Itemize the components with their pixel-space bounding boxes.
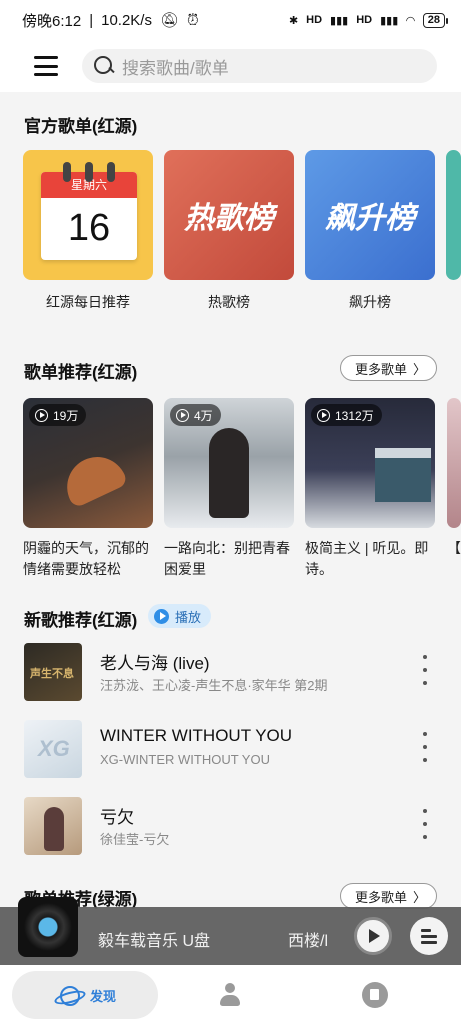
nav-discover-label: 发现 [89, 988, 116, 1004]
play-button[interactable] [354, 917, 392, 955]
play-icon [35, 408, 48, 422]
playlist-card[interactable]: 1312万 [305, 398, 435, 528]
song-subtitle: 汪苏泷、王心凌-声生不息·家年华 第2期 [100, 678, 328, 693]
song-title: 老人与海 (live) [100, 654, 210, 673]
search-input[interactable]: 搜索歌曲/歌单 [82, 49, 437, 83]
menu-icon[interactable] [34, 56, 58, 76]
status-bar: 傍晚6:12 | 10.2K/s 🔕︎ ⏰︎ ✱ HD ▮▮▮ HD ▮▮▮ ◠… [0, 0, 461, 40]
playlist-title[interactable]: 极简主义 | 听见。即诗。 [305, 538, 435, 580]
playlist-title[interactable]: 阴霾的天气，沉郁的情绪需要放轻松 [23, 538, 153, 580]
song-subtitle: 徐佳莹-亏欠 [100, 832, 170, 847]
play-all-label: 播放 [175, 609, 202, 625]
next-chart-card[interactable] [446, 150, 461, 280]
section-title-new-songs: 新歌推荐(红源) [24, 611, 138, 630]
chevron-right-icon: 〉 [412, 361, 426, 377]
daily-recommend-card[interactable]: 星期六 16 [23, 150, 153, 280]
chevron-right-icon: 〉 [412, 889, 426, 905]
song-cover [24, 643, 82, 701]
hot-chart-card[interactable]: 热歌榜 [164, 150, 294, 280]
signal-hd-1: HD [306, 14, 323, 26]
song-cover [24, 720, 82, 778]
wifi-icon: ◠ [406, 14, 415, 27]
player-title: 毅车载音乐 U盘 [98, 933, 211, 950]
play-icon [176, 408, 189, 422]
mini-player[interactable]: 毅车载音乐 U盘 西楼/l [0, 897, 461, 965]
mute-icon: 🔕︎ [159, 12, 180, 29]
song-title: 亏欠 [100, 808, 134, 827]
more-playlists-green-label: 更多歌单 [354, 889, 407, 905]
playlist-title[interactable]: 一路向北：别把青春困爱里 [164, 538, 294, 580]
rising-chart-card[interactable]: 飙升榜 [305, 150, 435, 280]
play-count: 19万 [53, 408, 79, 423]
hot-chart-cover-text: 热歌榜 [184, 202, 274, 235]
play-icon [154, 608, 169, 624]
play-count: 1312万 [335, 408, 374, 423]
playlist-card[interactable] [447, 398, 461, 528]
signal-hd-2: HD [356, 14, 373, 26]
playlist-title[interactable]: 【作 [447, 538, 461, 559]
play-icon [317, 408, 330, 422]
top-bar: 搜索歌曲/歌单 [0, 40, 461, 92]
more-vertical-icon[interactable] [421, 655, 429, 685]
signal-icon: ▮▮▮ [330, 14, 349, 27]
bottom-nav: 发现 [0, 965, 461, 1024]
play-all-button[interactable]: 播放 [148, 604, 212, 628]
more-playlists-button[interactable]: 更多歌单〉 [339, 355, 437, 381]
section-title-playlists: 歌单推荐(红源) [24, 363, 138, 382]
alarm-icon: ⏰︎ [187, 11, 199, 29]
more-vertical-icon[interactable] [421, 809, 429, 839]
network-speed: 10.2K/s [101, 11, 152, 29]
more-vertical-icon[interactable] [421, 732, 429, 762]
section-title-official: 官方歌单(红源) [24, 117, 138, 136]
song-row[interactable]: 老人与海 (live) 汪苏泷、王心凌-声生不息·家年华 第2期 [24, 643, 437, 703]
song-row[interactable]: WINTER WITHOUT YOU XG-WINTER WITHOUT YOU [24, 720, 437, 780]
more-playlists-green-button[interactable]: 更多歌单〉 [339, 883, 437, 909]
song-subtitle: XG-WINTER WITHOUT YOU [100, 752, 270, 767]
card-label-rise: 飙升榜 [349, 294, 391, 310]
nav-profile-icon[interactable] [219, 983, 241, 1007]
rising-chart-cover-text: 飙升榜 [325, 202, 415, 235]
calendar-day: 16 [67, 207, 111, 249]
song-cover [24, 797, 82, 855]
play-count-badge: 4万 [170, 404, 221, 426]
more-playlists-label: 更多歌单 [354, 361, 407, 377]
nav-library-icon[interactable] [362, 982, 388, 1008]
battery-indicator: 28 [422, 12, 449, 28]
playlist-card[interactable]: 4万 [164, 398, 294, 528]
planet-icon [54, 984, 82, 1006]
playlist-queue-icon[interactable] [410, 917, 448, 955]
playlist-card[interactable]: 19万 [23, 398, 153, 528]
album-disc-icon[interactable] [18, 897, 78, 957]
card-label-hot: 热歌榜 [208, 294, 250, 310]
status-time: 傍晚6:12 [22, 12, 82, 30]
calendar-icon: 星期六 16 [41, 172, 137, 260]
signal-icon-2: ▮▮▮ [380, 14, 399, 27]
card-label-daily: 红源每日推荐 [46, 294, 130, 310]
search-placeholder: 搜索歌曲/歌单 [122, 58, 229, 78]
play-count: 4万 [194, 408, 213, 423]
play-count-badge: 19万 [29, 404, 87, 426]
player-subtitle: 西楼/l [288, 933, 329, 950]
search-icon [94, 56, 114, 76]
bluetooth-icon: ✱ [288, 14, 299, 27]
play-count-badge: 1312万 [311, 404, 382, 426]
song-title: WINTER WITHOUT YOU [100, 726, 293, 745]
nav-discover[interactable]: 发现 [12, 971, 158, 1019]
song-row[interactable]: 亏欠 徐佳莹-亏欠 [24, 797, 437, 857]
